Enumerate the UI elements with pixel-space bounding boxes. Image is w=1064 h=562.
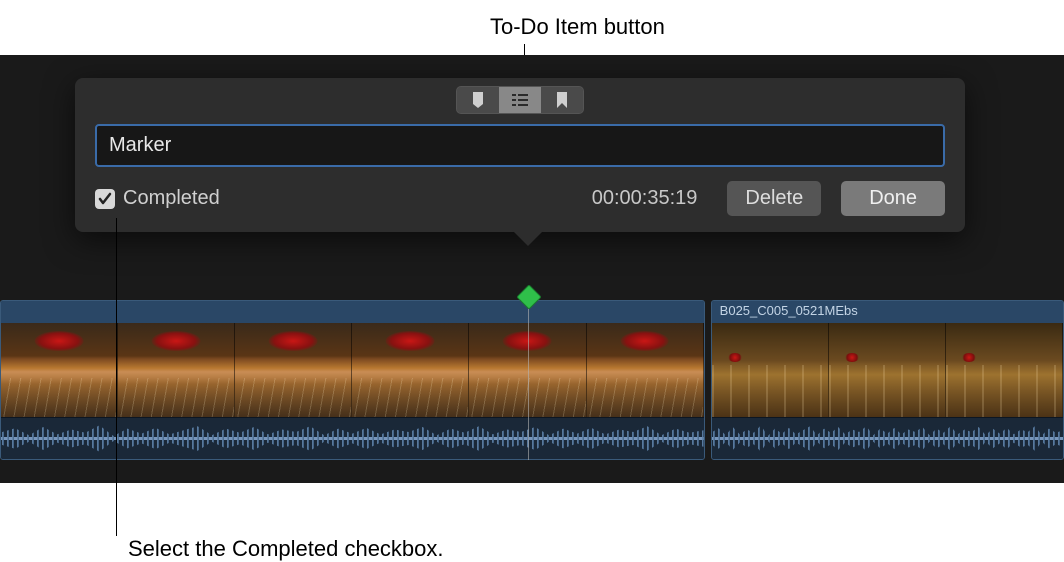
completed-checkbox[interactable] xyxy=(95,189,115,209)
clip-name-label: B025_C005_0521MEbs xyxy=(712,301,1063,323)
standard-marker-tab[interactable] xyxy=(457,87,499,113)
done-button[interactable]: Done xyxy=(841,181,945,216)
callout-leader-line xyxy=(116,218,117,536)
clip-thumbnails xyxy=(712,323,1063,417)
todo-item-tab[interactable] xyxy=(499,87,541,113)
callout-label-top: To-Do Item button xyxy=(490,14,665,40)
clip-audio-waveform xyxy=(1,417,704,459)
bookmark-icon xyxy=(555,91,569,109)
delete-button[interactable]: Delete xyxy=(727,181,821,216)
timeline-marker-indicator[interactable] xyxy=(520,288,538,306)
chapter-marker-tab[interactable] xyxy=(541,87,583,113)
completed-label: Completed xyxy=(123,187,220,210)
clip-thumbnails xyxy=(1,323,704,417)
timeline-clip[interactable]: B025_C005_0521MEbs xyxy=(711,300,1064,460)
callout-label-bottom: Select the Completed checkbox. xyxy=(128,536,444,562)
marker-edit-popover: Completed 00:00:35:19 Delete Done xyxy=(75,78,965,232)
todo-list-icon xyxy=(511,93,529,107)
marker-type-segmented-control xyxy=(75,78,965,120)
marker-timecode: 00:00:35:19 xyxy=(592,187,698,210)
clip-audio-waveform xyxy=(712,417,1063,459)
marker-icon xyxy=(470,91,486,109)
playhead-line xyxy=(528,302,529,460)
timeline-clip[interactable] xyxy=(0,300,705,460)
checkmark-icon xyxy=(97,191,113,207)
timeline[interactable]: B025_C005_0521MEbs xyxy=(0,300,1064,460)
marker-diamond-icon xyxy=(516,284,541,309)
marker-name-input[interactable] xyxy=(95,124,945,167)
clip-name-label xyxy=(1,301,704,323)
